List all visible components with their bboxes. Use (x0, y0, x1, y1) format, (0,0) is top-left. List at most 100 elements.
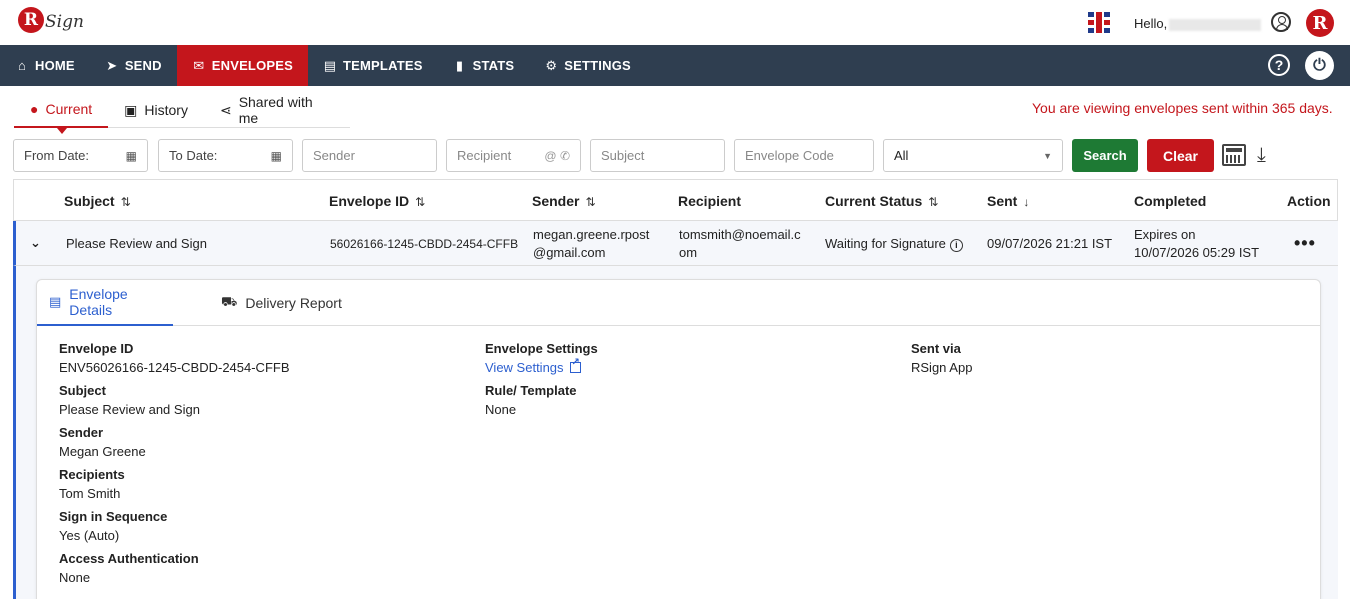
access-auth-value: None (59, 570, 91, 585)
calendar-icon[interactable]: ▦ (126, 149, 137, 163)
date-range-notice: You are viewing envelopes sent within 36… (1032, 100, 1333, 116)
to-date-field[interactable]: To Date: ▦ (158, 139, 293, 172)
envelope-id-value: ENV56026166-1245-CBDD-2454-CFFB (59, 360, 290, 375)
row-subject: Please Review and Sign (66, 236, 207, 251)
envelope-detail-panel: ▤ Envelope Details ⛟ Delivery Report Envel… (13, 266, 1338, 599)
row-sender-line1: megan.greene.rpost (533, 227, 650, 242)
tab-current-label: Current (45, 101, 93, 117)
col-completed-label: Completed (1134, 193, 1207, 209)
recipient-input[interactable]: Recipient @ ✆ (446, 139, 581, 172)
col-sent[interactable]: Sent ↓ (987, 193, 1029, 209)
envelope-code-input[interactable]: Envelope Code (734, 139, 874, 172)
detail-card: ▤ Envelope Details ⛟ Delivery Report Envel… (36, 279, 1321, 599)
tab-shared[interactable]: ⋖ Shared with me (204, 92, 350, 128)
tab-delivery-report-label: Delivery Report (245, 295, 342, 311)
sort-icon: ⇅ (415, 195, 426, 209)
from-date-field[interactable]: From Date: ▦ (13, 139, 148, 172)
from-date-label: From Date: (24, 148, 90, 163)
col-envelope-id-label: Envelope ID (329, 193, 410, 209)
col-current-status[interactable]: Current Status ⇅ (825, 193, 938, 209)
logo-text: Sign (45, 12, 84, 32)
recipient-placeholder: Recipient (457, 148, 512, 163)
recipients-value: Tom Smith (59, 486, 121, 501)
calendar-icon[interactable]: ▦ (271, 149, 282, 163)
nav-send[interactable]: ➤ SEND (90, 45, 177, 86)
tab-history-label: History (144, 102, 188, 118)
more-actions-icon[interactable]: ••• (1294, 233, 1316, 254)
download-icon[interactable]: ⤓ (1257, 144, 1266, 167)
recipients-label: Recipients (59, 467, 125, 482)
col-action-label: Action (1287, 193, 1331, 209)
envelope-settings-label: Envelope Settings (485, 341, 598, 356)
col-sent-label: Sent (987, 193, 1018, 209)
tab-delivery-report[interactable]: ⛟ Delivery Report (221, 280, 342, 326)
location-pin-icon: ● (30, 101, 39, 117)
search-button[interactable]: Search (1072, 139, 1138, 172)
top-header: R Sign Hello, R (0, 0, 1350, 45)
detail-tabs: ▤ Envelope Details ⛟ Delivery Report (37, 280, 1320, 326)
rule-template-value: None (485, 402, 517, 417)
logo-letter: R (18, 7, 44, 33)
subject-input[interactable]: Subject (590, 139, 725, 172)
status-select[interactable]: All ▼ (883, 139, 1063, 172)
table-row[interactable]: ⌄ Please Review and Sign 56026166-1245-C… (13, 221, 1338, 266)
sender-input[interactable]: Sender (302, 139, 437, 172)
user-name-redacted (1169, 18, 1262, 31)
share-icon: ⋖ (219, 101, 232, 118)
nav-templates[interactable]: ▤ TEMPLATES (308, 45, 438, 86)
nav-home[interactable]: ⌂ HOME (0, 45, 90, 86)
view-settings-text: View Settings (485, 360, 564, 375)
sent-via-value: RSign App (911, 360, 973, 375)
status-select-value: All (894, 148, 909, 163)
clear-button[interactable]: Clear (1147, 139, 1214, 172)
row-sender-line2: @gmail.com (533, 245, 606, 260)
col-completed: Completed (1134, 193, 1206, 209)
row-completed-line1: Expires on (1134, 227, 1196, 242)
envelope-code-placeholder: Envelope Code (745, 148, 834, 163)
send-icon: ➤ (106, 57, 118, 73)
envelopes-table: Subject ⇅ Envelope ID ⇅ Sender ⇅ Recipient … (13, 179, 1338, 221)
to-date-label: To Date: (169, 148, 218, 163)
col-envelope-id[interactable]: Envelope ID ⇅ (329, 193, 425, 209)
spreadsheet-icon[interactable] (1222, 144, 1246, 166)
row-completed-line2: 10/07/2026 05:29 IST (1134, 245, 1260, 260)
row-envelope-id[interactable]: 56026166-1245-CBDD-2454-CFFB (330, 235, 518, 253)
table-header: Subject ⇅ Envelope ID ⇅ Sender ⇅ Recipient … (13, 179, 1338, 221)
brand-avatar[interactable]: R (1306, 9, 1334, 37)
tab-current[interactable]: ● Current (14, 92, 109, 128)
sender-value: Megan Greene (59, 444, 146, 459)
rule-template-label: Rule/ Template (485, 383, 577, 398)
envelope-subtabs: ● Current ▣ History ⋖ Shared with me (14, 92, 350, 128)
chevron-down-icon: ▼ (1043, 150, 1052, 161)
sender-placeholder: Sender (313, 148, 355, 163)
power-icon[interactable]: ⏻ (1305, 51, 1334, 80)
col-subject-label: Subject (64, 193, 115, 209)
tab-envelope-details[interactable]: ▤ Envelope Details (37, 280, 173, 326)
details-column-2: Envelope Settings View Settings Rule/ Te… (485, 341, 598, 425)
nav-home-label: HOME (35, 58, 75, 73)
tab-history[interactable]: ▣ History (108, 92, 204, 128)
nav-settings-label: SETTINGS (564, 58, 631, 73)
col-sender[interactable]: Sender ⇅ (532, 193, 596, 209)
email-phone-icon: @ ✆ (544, 148, 570, 163)
help-icon[interactable]: ? (1268, 54, 1290, 76)
nav-settings[interactable]: ⚙ SETTINGS (529, 45, 646, 86)
language-flag-icon[interactable] (1088, 12, 1110, 33)
nav-stats[interactable]: ▮ STATS (438, 45, 530, 86)
rsign-logo[interactable]: R Sign (18, 7, 84, 33)
envelope-id-label: Envelope ID (59, 341, 134, 356)
user-profile-icon[interactable] (1271, 12, 1291, 32)
col-recipient-label: Recipient (678, 193, 742, 209)
tab-shared-label: Shared with me (238, 94, 313, 126)
chevron-down-icon[interactable]: ⌄ (30, 235, 41, 251)
row-status-text: Waiting for Signature (825, 236, 946, 251)
view-settings-link[interactable]: View Settings (485, 357, 598, 383)
col-subject[interactable]: Subject ⇅ (64, 193, 131, 209)
info-icon[interactable]: i (949, 239, 963, 252)
subject-label: Subject (59, 383, 106, 398)
nav-envelopes-label: ENVELOPES (211, 58, 294, 73)
nav-envelopes[interactable]: ✉ ENVELOPES (176, 45, 309, 86)
col-recipient: Recipient (678, 193, 741, 209)
document-icon: ▤ (323, 57, 337, 73)
sign-sequence-value: Yes (Auto) (59, 528, 120, 543)
